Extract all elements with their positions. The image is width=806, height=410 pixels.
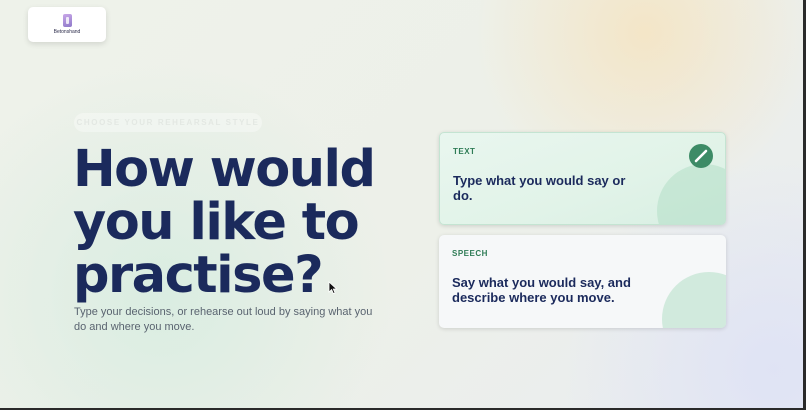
option-card-text[interactable]: TEXT Type what you would say or do. [439, 132, 726, 225]
logo-mark-icon [62, 14, 72, 27]
brand-logo[interactable]: Betonshand [28, 7, 106, 42]
page-subtitle: Type your decisions, or rehearse out lou… [74, 306, 373, 333]
option-tag: SPEECH [452, 249, 488, 258]
mouse-cursor-icon [328, 281, 338, 295]
pencil-glyph-icon [694, 149, 708, 163]
logo-text: Betonshand [53, 29, 81, 35]
page-title: How would you like to practise? [73, 140, 376, 305]
eyebrow-label: CHOOSE YOUR REHEARSAL STYLE [74, 113, 262, 132]
option-card-speech[interactable]: SPEECH Say what you would say, and descr… [439, 235, 726, 328]
decorative-circle [662, 272, 726, 328]
option-description: Say what you would say, and describe whe… [452, 275, 631, 305]
option-description: Type what you would say or do. [453, 173, 626, 203]
option-tag: TEXT [453, 147, 476, 156]
pencil-icon [689, 144, 713, 168]
decorative-circle [657, 164, 725, 224]
